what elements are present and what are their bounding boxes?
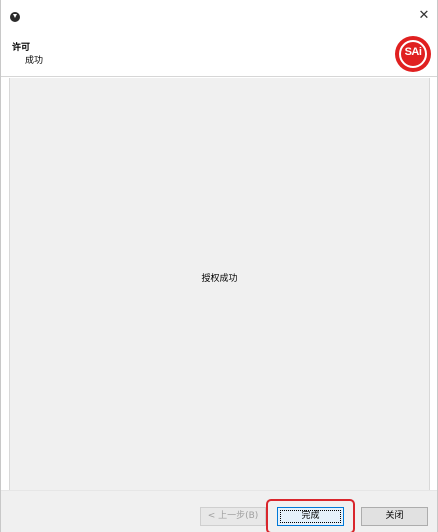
installer-window: ✕ 许可 成功 SAi 授权成功 < 上一步(B) 完成 关闭 bbox=[0, 0, 438, 532]
button-bar: < 上一步(B) 完成 关闭 bbox=[1, 490, 437, 532]
wizard-header: 许可 成功 SAi bbox=[1, 30, 437, 77]
close-button[interactable]: 关闭 bbox=[361, 507, 428, 526]
close-icon[interactable]: ✕ bbox=[418, 9, 430, 22]
page-title: 许可 bbox=[12, 43, 31, 53]
sai-logo: SAi bbox=[395, 36, 431, 72]
wizard-content: 授权成功 bbox=[9, 78, 430, 490]
logo-text: SAi bbox=[404, 46, 422, 58]
download-icon bbox=[10, 12, 20, 22]
back-button[interactable]: < 上一步(B) bbox=[200, 507, 266, 526]
title-bar: ✕ bbox=[1, 0, 437, 30]
status-message: 授权成功 bbox=[201, 274, 238, 284]
finish-button[interactable]: 完成 bbox=[277, 507, 344, 526]
page-subtitle: 成功 bbox=[25, 56, 44, 66]
